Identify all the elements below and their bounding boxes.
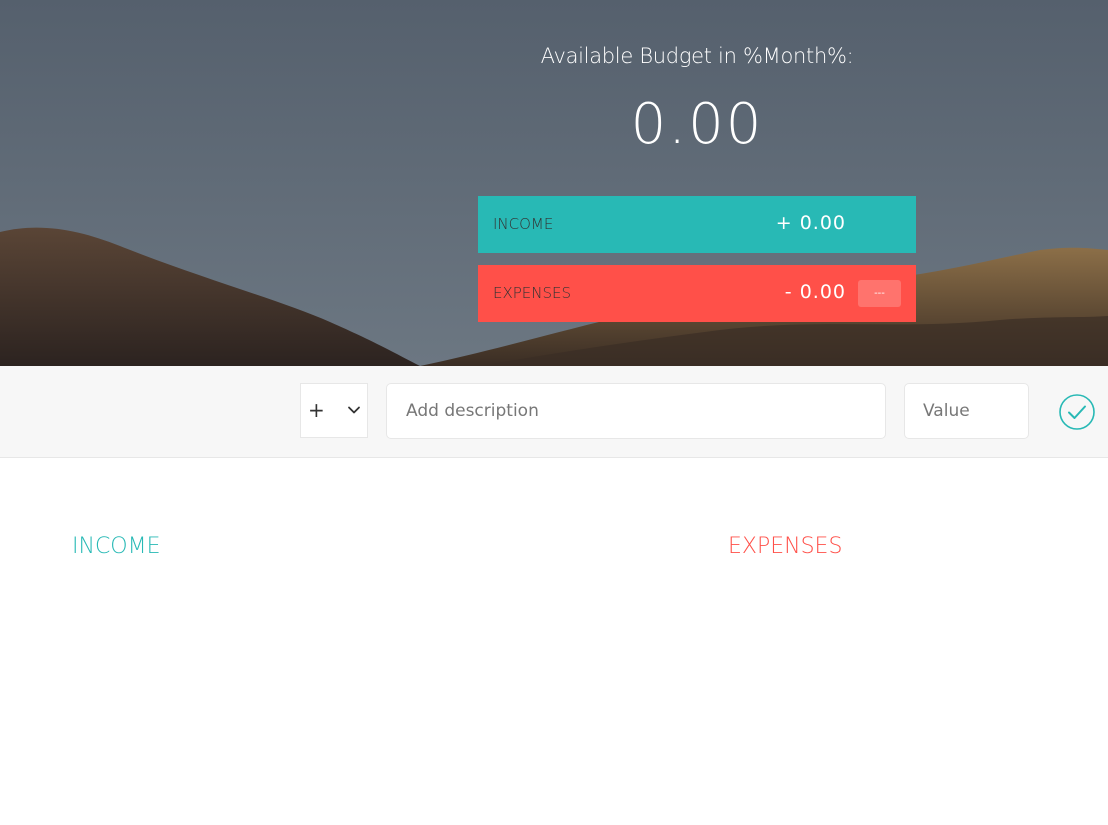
budget-income-value: + 0.00 xyxy=(775,212,846,234)
budget-header: Available Budget in %Month%: 0.00 INCOME… xyxy=(0,0,1108,366)
budget-expenses-row: EXPENSES - 0.00 --- xyxy=(478,265,916,322)
budget-expenses-percentage: --- xyxy=(858,280,901,307)
expenses-list-title: EXPENSES xyxy=(728,534,843,559)
add-value-input[interactable] xyxy=(904,383,1029,439)
budget-income-row: INCOME + 0.00 xyxy=(478,196,916,253)
add-description-input[interactable] xyxy=(386,383,886,439)
budget-expenses-value: - 0.00 xyxy=(784,281,846,303)
add-submit-button[interactable] xyxy=(1058,393,1096,431)
budget-title: Available Budget in %Month%: xyxy=(540,44,854,68)
budget-income-label: INCOME xyxy=(493,215,554,233)
chevron-down-icon xyxy=(348,406,360,414)
budget-value: 0.00 xyxy=(630,92,764,157)
income-list-title: INCOME xyxy=(72,534,161,559)
budget-expenses-label: EXPENSES xyxy=(493,284,572,302)
add-type-selected: + xyxy=(308,398,325,422)
add-type-select[interactable]: + xyxy=(300,383,368,438)
checkmark-circle-icon xyxy=(1059,394,1095,430)
add-item-bar: + xyxy=(0,366,1108,458)
